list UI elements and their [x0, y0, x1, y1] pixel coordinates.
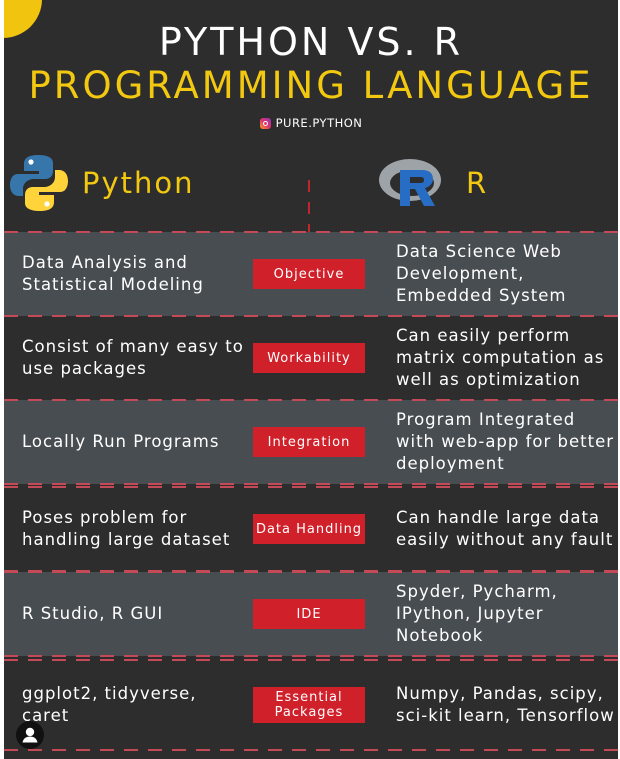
category-badge: Objective	[253, 259, 365, 289]
python-cell: ggplot2, tidyverse, caret	[22, 684, 197, 725]
r-header: R	[378, 156, 488, 210]
r-cell: Can handle large data easily without any…	[396, 508, 614, 549]
r-logo-icon	[379, 159, 441, 206]
r-label: R	[466, 166, 489, 200]
category-badge: Workability	[253, 343, 365, 373]
r-cell: Numpy, Pandas, scipy, sci-kit learn, Ten…	[396, 684, 615, 725]
infographic-poster: PYTHON VS. R PROGRAMMING LANGUAGE PURE.P…	[4, 0, 618, 759]
user-icon	[22, 727, 38, 743]
python-cell: Locally Run Programs	[22, 432, 220, 451]
r-cell: Can easily perform matrix computation as…	[396, 326, 605, 389]
r-cell: Data Science Web Development, Embedded S…	[396, 242, 567, 305]
table-row: Data Analysis and Statistical Modeling O…	[4, 231, 618, 317]
category-badge: Integration	[253, 427, 365, 457]
python-label: Python	[82, 166, 195, 200]
title-line-1: PYTHON VS. R	[158, 20, 464, 64]
python-cell: Poses problem for handling large dataset	[22, 508, 231, 549]
table-row: Consist of many easy to use packages Wor…	[4, 315, 618, 401]
title-line-2: PROGRAMMING LANGUAGE	[28, 64, 594, 107]
r-cell: Program Integrated with web-app for bett…	[396, 410, 615, 473]
table-row: R Studio, R GUI IDE Spyder, Pycharm, IPy…	[4, 571, 618, 657]
avatar[interactable]	[16, 721, 44, 749]
python-header: Python	[8, 152, 195, 214]
table-row: Locally Run Programs Integration Program…	[4, 399, 618, 485]
python-cell: Data Analysis and Statistical Modeling	[22, 253, 204, 294]
author-handle[interactable]: PURE.PYTHON	[4, 116, 618, 130]
python-logo-icon	[10, 155, 68, 211]
author-handle-text: PURE.PYTHON	[275, 116, 363, 130]
r-cell: Spyder, Pycharm, IPython, Jupyter Notebo…	[396, 582, 558, 645]
category-badge: IDE	[253, 599, 365, 629]
table-row: Poses problem for handling large dataset…	[4, 486, 618, 572]
table-row: ggplot2, tidyverse, caret Essential Pack…	[4, 659, 618, 751]
python-cell: R Studio, R GUI	[22, 604, 164, 623]
category-badge: Data Handling	[253, 514, 365, 544]
instagram-icon	[259, 117, 271, 129]
python-cell: Consist of many easy to use packages	[22, 337, 244, 378]
category-badge: Essential Packages	[253, 687, 365, 723]
